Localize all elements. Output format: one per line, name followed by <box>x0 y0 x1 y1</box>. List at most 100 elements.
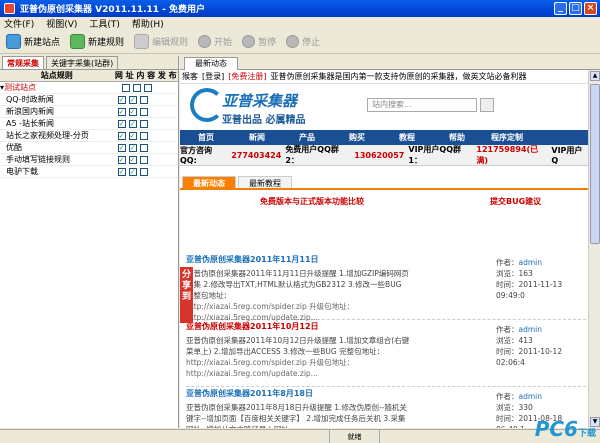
stop-button[interactable]: 停止 <box>286 35 320 48</box>
rule-label: 手动填写链接规则 <box>6 155 70 164</box>
scroll-thumb[interactable] <box>590 84 600 244</box>
post-author[interactable]: admin <box>519 392 543 401</box>
qq-number: 121759894(已满) <box>476 145 539 165</box>
rule-row[interactable]: 新浪国内新闻 ✓ ✓ <box>0 106 178 118</box>
search-button[interactable] <box>480 98 494 112</box>
nav-tutorials[interactable]: 教程 <box>382 132 432 143</box>
pause-button[interactable]: 暂停 <box>242 35 276 48</box>
maximize-button[interactable]: □ <box>569 2 582 15</box>
rule-checkbox[interactable] <box>138 142 149 154</box>
rule-checkbox[interactable]: ✓ <box>116 154 127 166</box>
rule-checkbox[interactable] <box>131 82 142 94</box>
site-banner: 亚普采集器 亚普出品 必属精品 站内搜索... <box>180 84 588 130</box>
rule-checkbox[interactable]: ✓ <box>116 94 127 106</box>
title-bar: 亚普伪原创采集器 V2011.11.11 - 免费用户 _ □ × <box>0 0 600 17</box>
register-link[interactable]: [免费注册] <box>228 71 266 82</box>
rule-checkbox[interactable] <box>138 154 149 166</box>
site-search-input[interactable]: 站内搜索... <box>367 98 477 112</box>
meta-label: 作者： <box>496 325 519 334</box>
nav-custom[interactable]: 程序定制 <box>482 132 532 143</box>
post-link[interactable]: http://xiazai.5reg.com/spider.zip 升级包地址： <box>186 302 354 311</box>
minimize-button[interactable]: _ <box>554 2 567 15</box>
tab-latest-news[interactable]: 最新动态 <box>184 57 238 70</box>
rule-checkbox[interactable]: ✓ <box>116 106 127 118</box>
submit-bug-link[interactable]: 提交BUG建议 <box>490 196 541 207</box>
rule-row[interactable]: A5 -站长新闻 ✓ ✓ <box>0 118 178 130</box>
post-link[interactable]: http://xiazai.5reg.com/update.zip... <box>186 369 318 378</box>
rule-checkbox[interactable]: ✓ <box>127 118 138 130</box>
menu-bar: 文件(F) 视图(V) 工具(T) 帮助(H) <box>0 17 600 30</box>
start-button[interactable]: 开始 <box>198 35 232 48</box>
share-button[interactable]: 分享到 <box>180 267 193 323</box>
new-site-button[interactable]: 新建站点 <box>6 34 60 49</box>
meta-label: 作者： <box>496 258 519 267</box>
menu-tools[interactable]: 工具(T) <box>89 17 120 30</box>
rule-checkbox[interactable] <box>142 82 153 94</box>
rule-checkbox[interactable]: ✓ <box>127 154 138 166</box>
rule-row[interactable]: 站长之家视频处理-分页 ✓ ✓ <box>0 130 178 142</box>
meta-label: 时间： <box>496 347 519 356</box>
menu-view[interactable]: 视图(V) <box>46 17 77 30</box>
tab-normal-collect[interactable]: 常规采集 <box>2 56 44 69</box>
subtab-tutorials[interactable]: 最新教程 <box>238 176 292 188</box>
menu-file[interactable]: 文件(F) <box>4 17 34 30</box>
rule-row[interactable]: 手动填写链接规则 ✓ ✓ <box>0 154 178 166</box>
qq-number: 277403424 <box>231 150 282 160</box>
nav-news[interactable]: 新闻 <box>232 132 282 143</box>
watermark-logo: PC6下载 <box>534 417 596 441</box>
compare-versions-link[interactable]: 免费版本与正式版本功能比较 <box>260 196 364 207</box>
new-rule-button[interactable]: 新建规则 <box>70 34 124 49</box>
header-col: 布 <box>168 71 177 80</box>
tab-keyword-collect[interactable]: 关键字采集(站群) <box>46 56 119 69</box>
rule-checkbox[interactable]: ✓ <box>116 118 127 130</box>
rule-checkbox[interactable] <box>138 94 149 106</box>
rule-checkbox[interactable] <box>120 82 131 94</box>
rule-row[interactable]: 电驴下载 ✓ ✓ <box>0 166 178 178</box>
menu-help[interactable]: 帮助(H) <box>132 17 164 30</box>
vertical-scrollbar[interactable]: ▲ ▼ <box>588 70 600 428</box>
notice-text: 亚普伪原创采集器是国内第一款支持伪原创的采集器，做英文站必备利器 <box>270 72 527 81</box>
status-ready: 就绪 <box>330 430 380 443</box>
rule-checkbox[interactable] <box>138 130 149 142</box>
rule-checkbox[interactable]: ✓ <box>116 142 127 154</box>
header-col: 容 <box>147 71 156 80</box>
post-author[interactable]: admin <box>519 258 543 267</box>
rule-checkbox[interactable]: ✓ <box>116 130 127 142</box>
post-title[interactable]: 亚普伪原创采集器2011年10月12日 <box>186 321 319 332</box>
post-title[interactable]: 亚普伪原创采集器2011年8月18日 <box>186 388 313 399</box>
meta-label: 浏览： <box>496 403 519 412</box>
news-post: 亚普伪原创采集器2011年10月12日亚普伪原创采集器2011年10月12日升级… <box>186 321 586 387</box>
nav-help[interactable]: 帮助 <box>432 132 482 143</box>
notice-prefix: 猴客 <box>182 72 198 81</box>
nav-buy[interactable]: 购买 <box>332 132 382 143</box>
rule-row[interactable]: 优酷 ✓ ✓ <box>0 142 178 154</box>
rule-checkbox[interactable]: ✓ <box>127 94 138 106</box>
post-body: 亚普伪原创采集器2011年10月12日升级提醒 1.增加文章组合(右键菜单上) … <box>186 335 410 379</box>
header-col: 址 <box>125 71 134 80</box>
rule-checkbox[interactable]: ✓ <box>127 130 138 142</box>
nav-products[interactable]: 产品 <box>282 132 332 143</box>
rule-checkbox[interactable]: ✓ <box>127 106 138 118</box>
rule-group-row[interactable]: ▾ 测试站点 <box>0 82 178 94</box>
header-site-rule: 站点规则 <box>40 71 73 80</box>
rule-checkbox[interactable] <box>138 118 149 130</box>
scroll-up-icon[interactable]: ▲ <box>590 71 600 81</box>
subtab-latest[interactable]: 最新动态 <box>182 176 236 188</box>
post-title[interactable]: 亚普伪原创采集器2011年11月11日 <box>186 254 319 265</box>
post-link[interactable]: http://xiazai.5reg.com/spider.zip 升级包地址： <box>186 358 354 367</box>
login-link[interactable]: [登录] <box>202 71 224 82</box>
edit-rule-icon <box>134 34 150 49</box>
rule-checkbox[interactable]: ✓ <box>116 166 127 178</box>
edit-rule-button[interactable]: 编辑规则 <box>134 34 188 49</box>
right-tabs: 最新动态 <box>180 56 600 70</box>
rule-checkbox[interactable] <box>138 166 149 178</box>
new-site-icon <box>6 34 21 49</box>
rule-checkbox[interactable] <box>138 106 149 118</box>
rule-checkbox[interactable]: ✓ <box>127 142 138 154</box>
rule-row[interactable]: QQ-时政新闻 ✓ ✓ <box>0 94 178 106</box>
rule-checkbox[interactable]: ✓ <box>127 166 138 178</box>
nav-home[interactable]: 首页 <box>180 132 232 143</box>
close-button[interactable]: × <box>584 2 597 15</box>
post-author[interactable]: admin <box>519 325 543 334</box>
header-col: 发 <box>157 71 166 80</box>
